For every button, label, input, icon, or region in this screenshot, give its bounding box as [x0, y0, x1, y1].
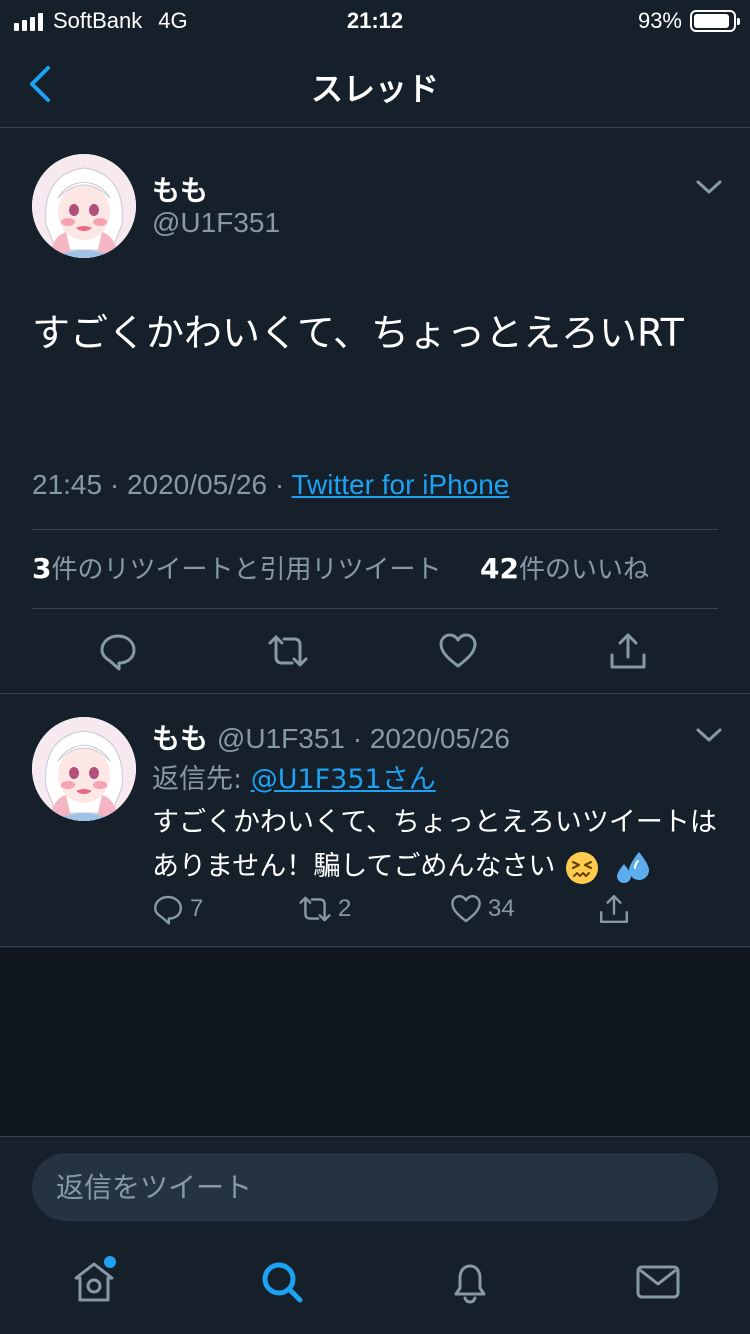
reply-action[interactable]: 7: [152, 893, 203, 925]
empty-area: [0, 948, 750, 1136]
status-bar: SoftBank 4G 21:12 93%: [0, 0, 750, 40]
heart-icon: [451, 895, 481, 923]
author-handle[interactable]: @U1F351: [217, 723, 345, 754]
meta-separator: ·: [274, 469, 292, 500]
reply-to-label: 返信先:: [152, 764, 251, 795]
search-icon: [262, 1262, 303, 1303]
chevron-down-icon[interactable]: [694, 725, 724, 745]
retweet-count: 2: [338, 895, 352, 922]
meta-separator: ·: [109, 469, 127, 500]
reply-tweet-text-block: すごくかわいくて、ちょっとえろいツイートはありません！騙してごめんなさい: [152, 801, 722, 889]
like-count: 34: [488, 895, 515, 922]
share-icon: [600, 895, 628, 923]
meta-separator: ·: [344, 723, 370, 754]
main-tweet: もも @U1F351 すごくかわいくて、ちょっとえろいRT 21:45 · 20…: [0, 129, 750, 694]
tweet-time: 21:45: [32, 469, 103, 500]
avatar[interactable]: [32, 154, 136, 258]
tweet-actions: [0, 609, 750, 695]
notifications-icon: [454, 1264, 486, 1304]
reply-icon: [154, 895, 182, 925]
tab-home[interactable]: [70, 1256, 118, 1306]
like-stat[interactable]: 42件のいいね: [480, 552, 650, 585]
tab-search[interactable]: [258, 1258, 306, 1306]
tweet-meta: 21:45 · 2020/05/26 · Twitter for iPhone: [32, 469, 509, 501]
reply-icon[interactable]: [98, 631, 138, 671]
tweet-date: 2020/05/26: [126, 469, 268, 500]
tab-messages[interactable]: [634, 1258, 682, 1306]
author-name[interactable]: もも: [152, 169, 208, 209]
divider: [32, 529, 718, 530]
compose-bar: [0, 1136, 750, 1236]
tweet-date: 2020/05/26: [369, 723, 510, 754]
retweet-count: 3: [32, 552, 52, 585]
chevron-down-icon[interactable]: [694, 177, 724, 197]
like-stat-label: 件のいいね: [519, 555, 650, 585]
page-title: スレッド: [310, 70, 439, 108]
retweet-action[interactable]: 2: [298, 893, 351, 925]
share-icon[interactable]: [608, 631, 648, 671]
reply-input[interactable]: [32, 1153, 718, 1221]
avatar-illustration: [32, 154, 136, 258]
author-name[interactable]: もも: [152, 722, 208, 755]
nav-bar: スレッド: [0, 40, 750, 128]
reply-count: 7: [190, 895, 204, 922]
messages-icon: [636, 1265, 680, 1299]
retweet-stat-label: 件のリツイートと引用リツイート: [51, 555, 442, 585]
battery-percent: 93%: [637, 8, 682, 33]
status-bar-right: 93%: [637, 8, 740, 34]
tweet-text: すごくかわいくて、ちょっとえろいRT: [32, 311, 684, 355]
share-action[interactable]: [598, 893, 630, 925]
author-handle[interactable]: @U1F351: [152, 207, 280, 239]
battery-icon: [690, 10, 740, 32]
avatar-illustration: [32, 717, 136, 821]
back-button[interactable]: [22, 62, 62, 106]
tweet-stats: 3件のリツイートと引用リツイート 42件のいいね: [32, 549, 649, 586]
tab-bar: [0, 1236, 750, 1334]
tab-notifications[interactable]: [446, 1258, 494, 1306]
retweet-stat[interactable]: 3件のリツイートと引用リツイート: [32, 552, 442, 585]
heart-icon[interactable]: [438, 631, 478, 671]
sweat-droplets-emoji: [616, 851, 649, 883]
tweet-source-link[interactable]: Twitter for iPhone: [292, 469, 510, 500]
reply-to-handle-link[interactable]: @U1F351さん: [251, 764, 436, 795]
retweet-icon[interactable]: [268, 631, 308, 671]
reply-to: 返信先: @U1F351さん: [152, 757, 436, 796]
like-action[interactable]: 34: [450, 893, 515, 925]
retweet-icon: [299, 896, 331, 922]
confounded-face-emoji: [565, 851, 598, 884]
reply-tweet[interactable]: もも @U1F351 · 2020/05/26 返信先: @U1F351さん す…: [0, 695, 750, 947]
chevron-left-icon: [30, 66, 50, 102]
like-count: 42: [480, 552, 519, 585]
notification-dot: [104, 1256, 116, 1268]
reply-header: もも @U1F351 · 2020/05/26: [152, 717, 510, 757]
avatar[interactable]: [32, 717, 136, 821]
reply-tweet-actions: 7 2 34: [152, 893, 712, 929]
